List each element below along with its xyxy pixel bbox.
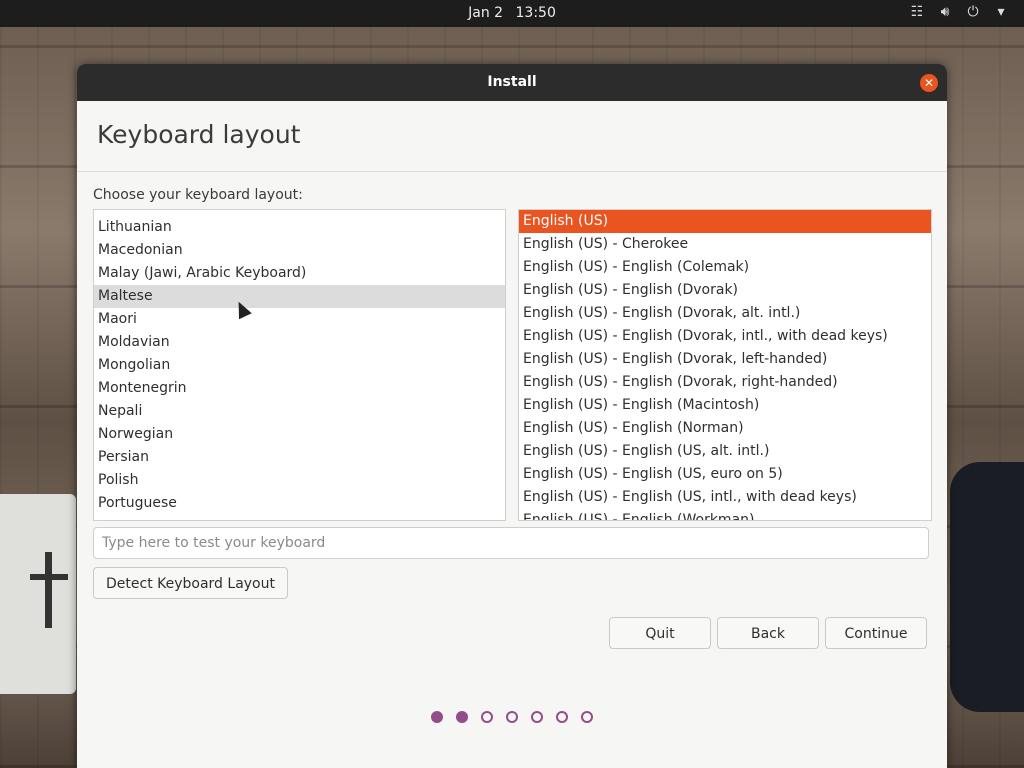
progress-dot [581, 711, 593, 723]
window-title: Install [487, 74, 537, 90]
page-title: Keyboard layout [97, 120, 301, 149]
list-item[interactable]: English (US) - English (Dvorak, left-han… [519, 348, 931, 371]
close-button[interactable]: ✕ [920, 74, 938, 92]
close-icon: ✕ [923, 76, 935, 90]
wallpaper-mug [950, 462, 1024, 712]
variant-list[interactable]: English (US) English (US) - Cherokee Engli… [518, 209, 932, 521]
list-item[interactable]: Macedonian [94, 239, 505, 262]
layout-list[interactable]: Lithuanian Macedonian Malay (Jawi, Arabic … [93, 209, 506, 521]
progress-dot [556, 711, 568, 723]
list-item[interactable]: English (US) [519, 210, 931, 233]
wallpaper-cross [28, 552, 68, 632]
list-item[interactable]: Mongolian [94, 354, 505, 377]
quit-button[interactable]: Quit [609, 617, 711, 649]
top-bar: Jan 2 13:50 ☷ 🔊︎ ⏻ ▾ [0, 0, 1024, 27]
layout-prompt: Choose your keyboard layout: [93, 187, 303, 203]
date-label: Jan 2 [468, 5, 504, 21]
clock[interactable]: Jan 2 13:50 [0, 5, 1024, 21]
list-item[interactable]: Montenegrin [94, 377, 505, 400]
time-label: 13:50 [515, 5, 556, 21]
list-item[interactable]: English (US) - English (Norman) [519, 417, 931, 440]
list-item[interactable]: English (US) - English (US, euro on 5) [519, 463, 931, 486]
volume-icon[interactable]: 🔊︎ [936, 4, 954, 20]
network-icon[interactable]: ☷ [908, 4, 926, 20]
continue-button[interactable]: Continue [825, 617, 927, 649]
keyboard-test-input[interactable] [93, 527, 929, 559]
list-item[interactable]: English (US) - English (Colemak) [519, 256, 931, 279]
list-item[interactable]: English (US) - English (Dvorak, alt. int… [519, 302, 931, 325]
list-item[interactable]: English (US) - English (Dvorak, intl., w… [519, 325, 931, 348]
title-bar[interactable]: Install ✕ [77, 64, 947, 101]
chevron-down-icon[interactable]: ▾ [992, 4, 1010, 20]
list-item[interactable]: Polish [94, 469, 505, 492]
list-item[interactable]: Maltese [94, 285, 505, 308]
list-item[interactable]: English (US) - English (US, alt. intl.) [519, 440, 931, 463]
list-item[interactable]: Moldavian [94, 331, 505, 354]
list-item[interactable]: Norwegian [94, 423, 505, 446]
list-item[interactable]: Malay (Jawi, Arabic Keyboard) [94, 262, 505, 285]
list-item[interactable]: English (US) - English (Macintosh) [519, 394, 931, 417]
back-button[interactable]: Back [717, 617, 819, 649]
list-item[interactable]: Persian [94, 446, 505, 469]
divider [77, 171, 947, 172]
list-item[interactable]: Lithuanian [94, 216, 505, 239]
power-icon[interactable]: ⏻ [964, 4, 982, 20]
system-tray[interactable]: ☷ 🔊︎ ⏻ ▾ [908, 4, 1010, 20]
progress-dot [481, 711, 493, 723]
list-item[interactable]: Maori [94, 308, 505, 331]
progress-dot [506, 711, 518, 723]
list-item[interactable]: English (US) - English (US, intl., with … [519, 486, 931, 509]
list-item[interactable]: English (US) - English (Dvorak) [519, 279, 931, 302]
list-item[interactable]: English (US) - English (Workman) [519, 509, 931, 520]
progress-dots [77, 711, 947, 723]
progress-dot [531, 711, 543, 723]
progress-dot [456, 711, 468, 723]
installer-window: Install ✕ Keyboard layout Choose your ke… [77, 64, 947, 768]
list-item[interactable]: English (US) - English (Dvorak, right-ha… [519, 371, 931, 394]
detect-layout-button[interactable]: Detect Keyboard Layout [93, 567, 288, 599]
progress-dot [431, 711, 443, 723]
list-item[interactable]: Nepali [94, 400, 505, 423]
list-item[interactable]: English (US) - Cherokee [519, 233, 931, 256]
list-item[interactable]: Portuguese [94, 492, 505, 515]
